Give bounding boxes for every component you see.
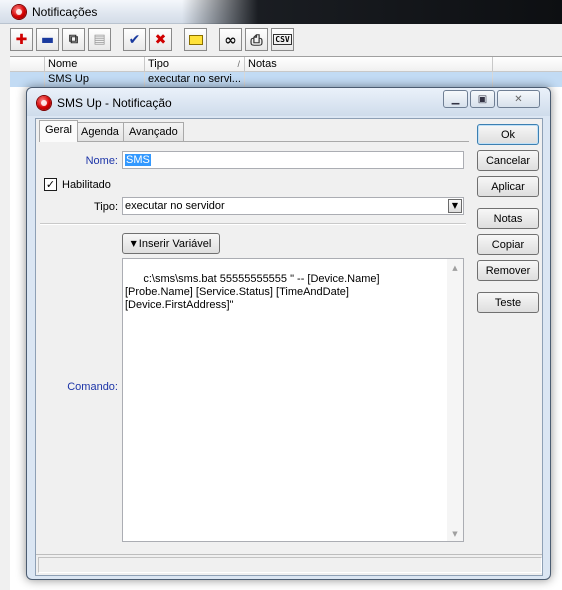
checkmark-icon: ✓ — [45, 178, 56, 191]
cell-nome: SMS Up — [45, 72, 145, 87]
ok-button[interactable]: Ok — [477, 124, 539, 145]
cell-notas — [245, 72, 493, 87]
insert-variable-button[interactable]: ▼ Inserir Variável — [122, 233, 220, 254]
csv-icon: CSV — [273, 34, 292, 45]
scroll-down-icon: ▼ — [452, 530, 458, 538]
export-csv-button[interactable]: CSV — [271, 28, 294, 51]
find-button[interactable]: ∞ — [219, 28, 242, 51]
test-button[interactable]: Teste — [477, 292, 539, 313]
grid-header: Nome Tipo / Notas — [10, 57, 562, 72]
main-toolbar: ✚ ▬ ⧉ ▤ ✔ ✖ ∞ ⎙ CSV — [10, 28, 294, 54]
main-title-bar[interactable]: Notificações — [0, 0, 562, 24]
tipo-label: Tipo: — [93, 201, 118, 213]
apply-button[interactable]: Aplicar — [477, 176, 539, 197]
notes-button[interactable]: Notas — [477, 208, 539, 229]
remove-dialog-button[interactable]: Remover — [477, 260, 539, 281]
comando-label: Comando: — [67, 381, 118, 393]
dropdown-arrow-icon: ▼ — [130, 239, 137, 248]
separator — [40, 223, 466, 225]
comando-scrollbar[interactable]: ▲ ▼ — [447, 259, 463, 541]
minus-icon: ▬ — [40, 31, 55, 48]
dialog-body: Geral Agenda Avançado Nome: SMS ✓ Habili… — [35, 118, 543, 576]
tab-agenda[interactable]: Agenda — [75, 122, 125, 141]
notification-dialog: SMS Up - Notificação ▁ ▣ ✕ Geral Agenda … — [26, 87, 551, 580]
check-icon: ✔ — [128, 31, 141, 48]
tab-avancado[interactable]: Avançado — [123, 122, 184, 141]
close-button[interactable]: ✕ — [497, 90, 540, 108]
column-header-blank — [10, 57, 45, 71]
habilitado-label: Habilitado — [62, 179, 111, 191]
cross-icon: ✖ — [154, 31, 167, 48]
comando-value: c:\sms\sms.bat 55555555555 " -- [Device.… — [125, 273, 383, 311]
minimize-button[interactable]: ▁ — [443, 90, 468, 108]
nome-value: SMS — [125, 154, 151, 166]
disable-button[interactable]: ✖ — [149, 28, 172, 51]
tipo-value: executar no servidor — [125, 200, 225, 212]
sort-icon: / — [237, 59, 240, 69]
nome-input[interactable]: SMS — [122, 151, 464, 169]
dialog-app-icon — [37, 96, 51, 110]
print-button[interactable]: ⎙ — [245, 28, 268, 51]
comando-textarea[interactable]: c:\sms\sms.bat 55555555555 " -- [Device.… — [122, 258, 464, 542]
insert-variable-label: Inserir Variável — [138, 237, 212, 250]
column-header-nome[interactable]: Nome — [45, 57, 145, 71]
plus-icon: ✚ — [15, 31, 28, 48]
status-pane — [38, 557, 542, 573]
maximize-icon: ▣ — [477, 93, 488, 105]
column-header-tipo[interactable]: Tipo / — [145, 57, 245, 71]
folder-icon — [188, 34, 203, 45]
dialog-title-bar[interactable]: SMS Up - Notificação ▁ ▣ ✕ — [27, 88, 550, 116]
close-icon: ✕ — [514, 93, 523, 105]
enable-button[interactable]: ✔ — [123, 28, 146, 51]
status-bar — [36, 554, 542, 575]
paste-button[interactable]: ▤ — [88, 28, 111, 51]
minimize-icon: ▁ — [451, 93, 460, 105]
maximize-button[interactable]: ▣ — [470, 90, 495, 108]
tab-geral[interactable]: Geral — [39, 120, 78, 142]
tipo-dropdown[interactable]: executar no servidor ▼ — [122, 197, 464, 215]
cancel-button[interactable]: Cancelar — [477, 150, 539, 171]
title-bar-dark-region — [182, 0, 562, 24]
cell-tipo: executar no servi... — [145, 72, 245, 87]
main-window-title: Notificações — [32, 5, 98, 19]
folder-button[interactable] — [184, 28, 207, 51]
remove-button[interactable]: ▬ — [36, 28, 59, 51]
table-row[interactable]: SMS Up executar no servi... — [10, 72, 562, 87]
chevron-down-icon: ▼ — [448, 199, 462, 213]
copy-button[interactable]: ⧉ — [62, 28, 85, 51]
scroll-up-icon: ▲ — [452, 264, 458, 272]
binoculars-icon: ∞ — [224, 30, 237, 49]
paste-icon: ▤ — [93, 32, 106, 47]
copy-icon: ⧉ — [68, 32, 79, 47]
copy-dialog-button[interactable]: Copiar — [477, 234, 539, 255]
nome-label: Nome: — [85, 155, 118, 167]
add-button[interactable]: ✚ — [10, 28, 33, 51]
column-header-notas[interactable]: Notas — [245, 57, 493, 71]
print-icon: ⎙ — [250, 30, 263, 49]
dialog-title: SMS Up - Notificação — [57, 96, 172, 110]
app-icon — [12, 5, 26, 19]
column-header-tipo-label: Tipo — [148, 58, 169, 70]
habilitado-checkbox[interactable]: ✓ — [44, 178, 57, 191]
